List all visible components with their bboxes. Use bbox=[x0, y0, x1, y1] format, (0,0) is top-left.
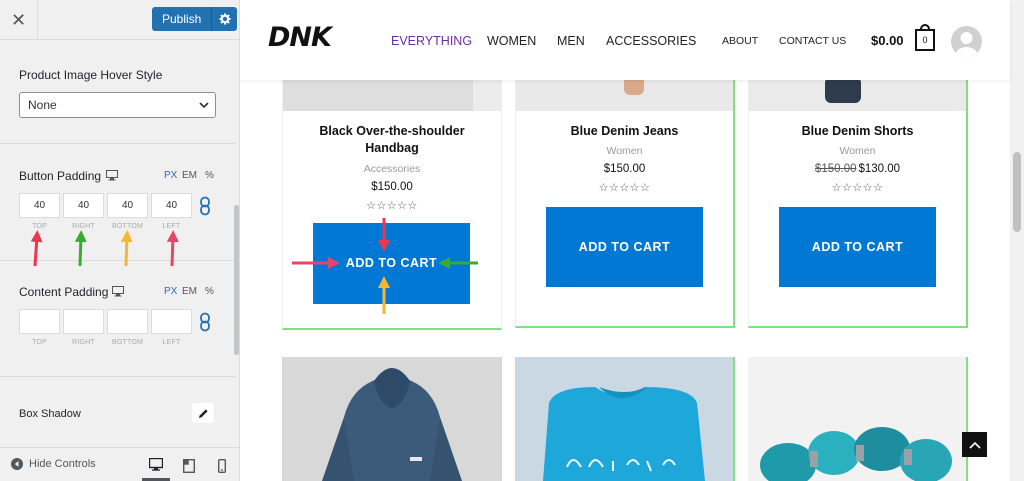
link-values-icon[interactable] bbox=[199, 312, 211, 332]
customizer-panel: ✕ Publish Product Image Hover Style None bbox=[0, 0, 240, 481]
box-shadow-edit-button[interactable] bbox=[192, 403, 214, 423]
preview-tablet-button[interactable] bbox=[175, 451, 203, 481]
customizer-header: ✕ Publish bbox=[0, 0, 239, 40]
collapse-arrow-icon bbox=[11, 458, 23, 470]
pencil-icon bbox=[198, 408, 208, 418]
content-padding-top-caption: TOP bbox=[32, 339, 47, 346]
nav-contact-us[interactable]: CONTACT US bbox=[779, 35, 846, 47]
publish-button[interactable]: Publish bbox=[152, 7, 212, 31]
panel-scrollbar[interactable] bbox=[234, 205, 239, 355]
product-price: $150.00 bbox=[371, 181, 413, 193]
content-padding-top-input[interactable] bbox=[19, 309, 60, 334]
bracelet-image bbox=[760, 427, 952, 481]
cart-total[interactable]: $0.00 bbox=[871, 33, 904, 48]
tshirt-image bbox=[543, 387, 705, 481]
close-customizer-button[interactable]: ✕ bbox=[0, 0, 38, 40]
content-padding-bottom-caption: BOTTOM bbox=[111, 339, 143, 346]
unit-em[interactable]: EM bbox=[182, 170, 197, 181]
site-header: DNK EVERYTHING WOMEN MEN ACCESSORIES ABO… bbox=[240, 0, 1010, 80]
tablet-icon bbox=[183, 459, 195, 473]
box-shadow-label: Box Shadow bbox=[19, 408, 81, 420]
nav-men[interactable]: MEN bbox=[557, 34, 585, 48]
content-padding-label: Content Padding bbox=[19, 285, 109, 299]
chevron-up-icon bbox=[968, 441, 981, 449]
divider bbox=[0, 376, 236, 377]
user-icon bbox=[955, 32, 978, 57]
add-to-cart-button[interactable]: ADD TO CART bbox=[779, 207, 936, 287]
hide-controls-button[interactable]: Hide Controls bbox=[11, 458, 96, 470]
padding-top-input[interactable]: 40 bbox=[19, 193, 60, 218]
nav-everything[interactable]: EVERYTHING bbox=[391, 34, 472, 48]
product-category[interactable]: Accessories bbox=[283, 163, 501, 175]
padding-right-input[interactable]: 40 bbox=[63, 193, 104, 218]
preview-desktop-button[interactable] bbox=[142, 451, 170, 481]
product-category[interactable]: Women bbox=[516, 145, 733, 157]
product-title[interactable]: Black Over-the-shoulder Handbag bbox=[283, 123, 501, 157]
preview-mobile-button[interactable] bbox=[208, 451, 236, 481]
nav-women[interactable]: WOMEN bbox=[487, 34, 536, 48]
product-category[interactable]: Women bbox=[749, 145, 966, 157]
mobile-icon bbox=[218, 459, 226, 473]
nav-about[interactable]: ABOUT bbox=[722, 35, 758, 47]
hoodie-image bbox=[322, 368, 462, 481]
rating-stars: ☆☆☆☆☆ bbox=[831, 182, 884, 194]
product-old-price: $150.00 bbox=[814, 163, 857, 175]
padding-left-caption: LEFT bbox=[162, 223, 181, 230]
product-sale-price: $130.00 bbox=[858, 163, 901, 175]
scrollbar-thumb[interactable] bbox=[1013, 152, 1021, 232]
product-title[interactable]: Blue Denim Shorts bbox=[749, 123, 966, 140]
product-title[interactable]: Blue Denim Jeans bbox=[516, 123, 733, 140]
padding-left-input[interactable]: 40 bbox=[151, 193, 192, 218]
product-image-bracelet[interactable] bbox=[748, 357, 968, 481]
product-image-tshirt[interactable] bbox=[515, 357, 735, 481]
add-to-cart-button[interactable]: ADD TO CART bbox=[546, 207, 703, 287]
back-to-top-button[interactable] bbox=[962, 432, 987, 457]
unit-percent[interactable]: % bbox=[205, 286, 214, 297]
site-preview: Black Over-the-shoulder Handbag Accessor… bbox=[240, 0, 1024, 481]
product-image-hoodie[interactable] bbox=[282, 357, 502, 481]
unit-px[interactable]: PX bbox=[164, 170, 177, 181]
divider bbox=[0, 143, 236, 144]
hide-controls-label: Hide Controls bbox=[29, 458, 96, 470]
preview-scrollbar[interactable] bbox=[1010, 0, 1024, 481]
link-values-icon[interactable] bbox=[199, 196, 211, 216]
padding-top-caption: TOP bbox=[32, 223, 47, 230]
avatar[interactable] bbox=[951, 26, 982, 57]
product-price: $150.00 bbox=[603, 163, 646, 175]
chevron-down-icon bbox=[199, 102, 209, 109]
padding-right-caption: RIGHT bbox=[72, 223, 95, 230]
unit-em[interactable]: EM bbox=[182, 286, 197, 297]
desktop-icon[interactable] bbox=[112, 286, 124, 297]
padding-bottom-caption: BOTTOM bbox=[111, 223, 143, 230]
nav-accessories[interactable]: ACCESSORIES bbox=[606, 34, 696, 48]
padding-bottom-input[interactable]: 40 bbox=[107, 193, 148, 218]
content-padding-bottom-input[interactable] bbox=[107, 309, 148, 334]
gear-icon bbox=[219, 13, 231, 25]
content-padding-left-input[interactable] bbox=[151, 309, 192, 334]
customizer-footer: Hide Controls bbox=[0, 447, 239, 481]
button-padding-label: Button Padding bbox=[19, 169, 102, 183]
desktop-icon[interactable] bbox=[106, 170, 118, 181]
rating-stars: ☆☆☆☆☆ bbox=[366, 200, 418, 212]
publish-settings-button[interactable] bbox=[211, 7, 238, 31]
product-price: $150.00 $130.00 bbox=[749, 163, 966, 175]
content-padding-left-caption: LEFT bbox=[162, 339, 181, 346]
site-logo[interactable]: DNK bbox=[268, 22, 332, 53]
unit-percent[interactable]: % bbox=[205, 170, 214, 181]
desktop-icon bbox=[149, 458, 163, 471]
add-to-cart-button[interactable]: ADD TO CART bbox=[313, 223, 470, 304]
hover-style-select[interactable]: None bbox=[19, 92, 216, 118]
unit-px[interactable]: PX bbox=[164, 286, 177, 297]
divider bbox=[0, 260, 236, 261]
cart-count[interactable]: 0 bbox=[915, 29, 935, 51]
hover-style-label: Product Image Hover Style bbox=[19, 68, 163, 82]
content-padding-right-input[interactable] bbox=[63, 309, 104, 334]
publish-group: Publish bbox=[152, 7, 238, 31]
hover-style-value: None bbox=[28, 98, 57, 112]
content-padding-right-caption: RIGHT bbox=[72, 339, 95, 346]
rating-stars: ☆☆☆☆☆ bbox=[598, 182, 651, 194]
